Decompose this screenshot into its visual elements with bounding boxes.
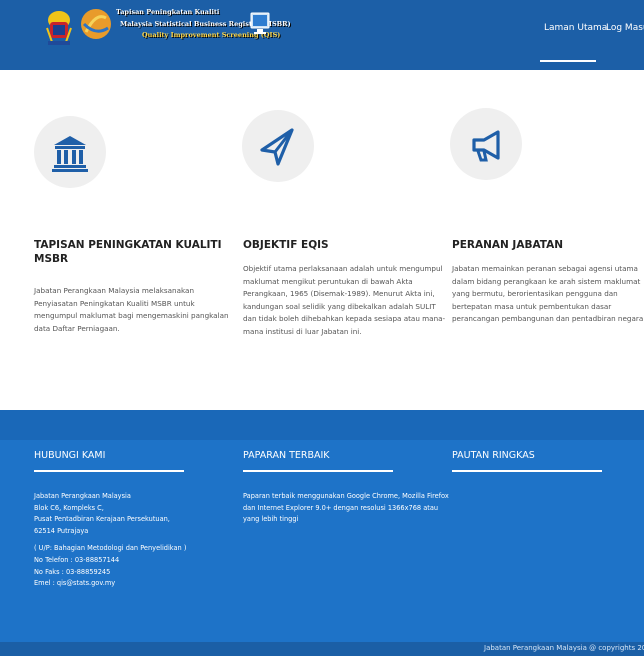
contact-fax: No Faks : 03-88859245	[34, 567, 111, 576]
copyright-text: Jabatan Perangkaan Malaysia @ copyrights…	[484, 644, 644, 652]
footer-underline-contact	[34, 470, 184, 472]
feature-title-peranan: PERANAN JABATAN	[452, 239, 564, 251]
site-logo[interactable]: Tapisan Peningkatan Kualiti Malaysia Sta…	[32, 4, 291, 50]
nav-home-link[interactable]: Laman Utama	[544, 23, 607, 33]
contact-email[interactable]: Emel : qis@stats.gov.my	[34, 578, 224, 590]
msbr-logo-icon	[81, 9, 111, 39]
feature-icon-circle-msbr	[34, 116, 106, 188]
footer-underline-browse	[243, 470, 393, 472]
nav-login-link[interactable]: Log Masuk	[606, 23, 644, 33]
bank-building-icon	[52, 136, 88, 172]
browse-recommendation-text: Paparan terbaik menggunakan Google Chrom…	[243, 492, 449, 524]
feature-title-eqis: OBJEKTIF EQIS	[243, 239, 329, 251]
footer-heading-contact: HUBUNGI KAMI	[34, 450, 106, 461]
page-footer: HUBUNGI KAMI PAPARAN TERBAIK PAUTAN RING…	[0, 410, 644, 656]
footer-underline-links	[452, 470, 602, 472]
contact-line: Jabatan Perangkaan Malaysia	[34, 492, 131, 500]
contact-line: Pusat Pentadbiran Kerajaan Persekutuan,	[34, 515, 170, 524]
feature-body-peranan: Jabatan memainkan peranan sebagai agensi…	[452, 264, 644, 324]
logo-title: Tapisan Peningkatan Kualiti	[116, 8, 220, 16]
top-header: Tapisan Peningkatan Kualiti Malaysia Sta…	[0, 0, 644, 70]
contact-address: Jabatan Perangkaan Malaysia Blok C6, Kom…	[34, 491, 224, 590]
paper-plane-icon	[260, 128, 294, 166]
footer-heading-links: PAUTAN RINGKAS	[452, 450, 535, 461]
feature-body-eqis: Objektif utama perlaksanaan adalah untuk…	[243, 264, 446, 336]
contact-phone: No Telefon : 03-88857144	[34, 555, 120, 564]
contact-line: ( U/P: Bahagian Metodologi dan Penyelidi…	[34, 544, 187, 553]
active-nav-indicator	[540, 60, 596, 62]
feature-icon-circle-eqis	[242, 110, 314, 182]
footer-top-band	[0, 410, 644, 440]
contact-line: 62514 Putrajaya	[34, 526, 89, 535]
contact-line: Blok C6, Kompleks C,	[34, 503, 104, 512]
feature-body-msbr: Jabatan Perangkaan Malaysia melaksanakan…	[34, 286, 229, 333]
computer-icon	[250, 12, 270, 34]
coat-of-arms-icon	[46, 11, 72, 45]
footer-heading-browse: PAPARAN TERBAIK	[243, 450, 330, 461]
feature-icon-circle-peranan	[450, 108, 522, 180]
megaphone-icon	[472, 130, 500, 162]
feature-title-msbr: TAPISAN PENINGKATAN KUALITI MSBR	[34, 239, 222, 265]
